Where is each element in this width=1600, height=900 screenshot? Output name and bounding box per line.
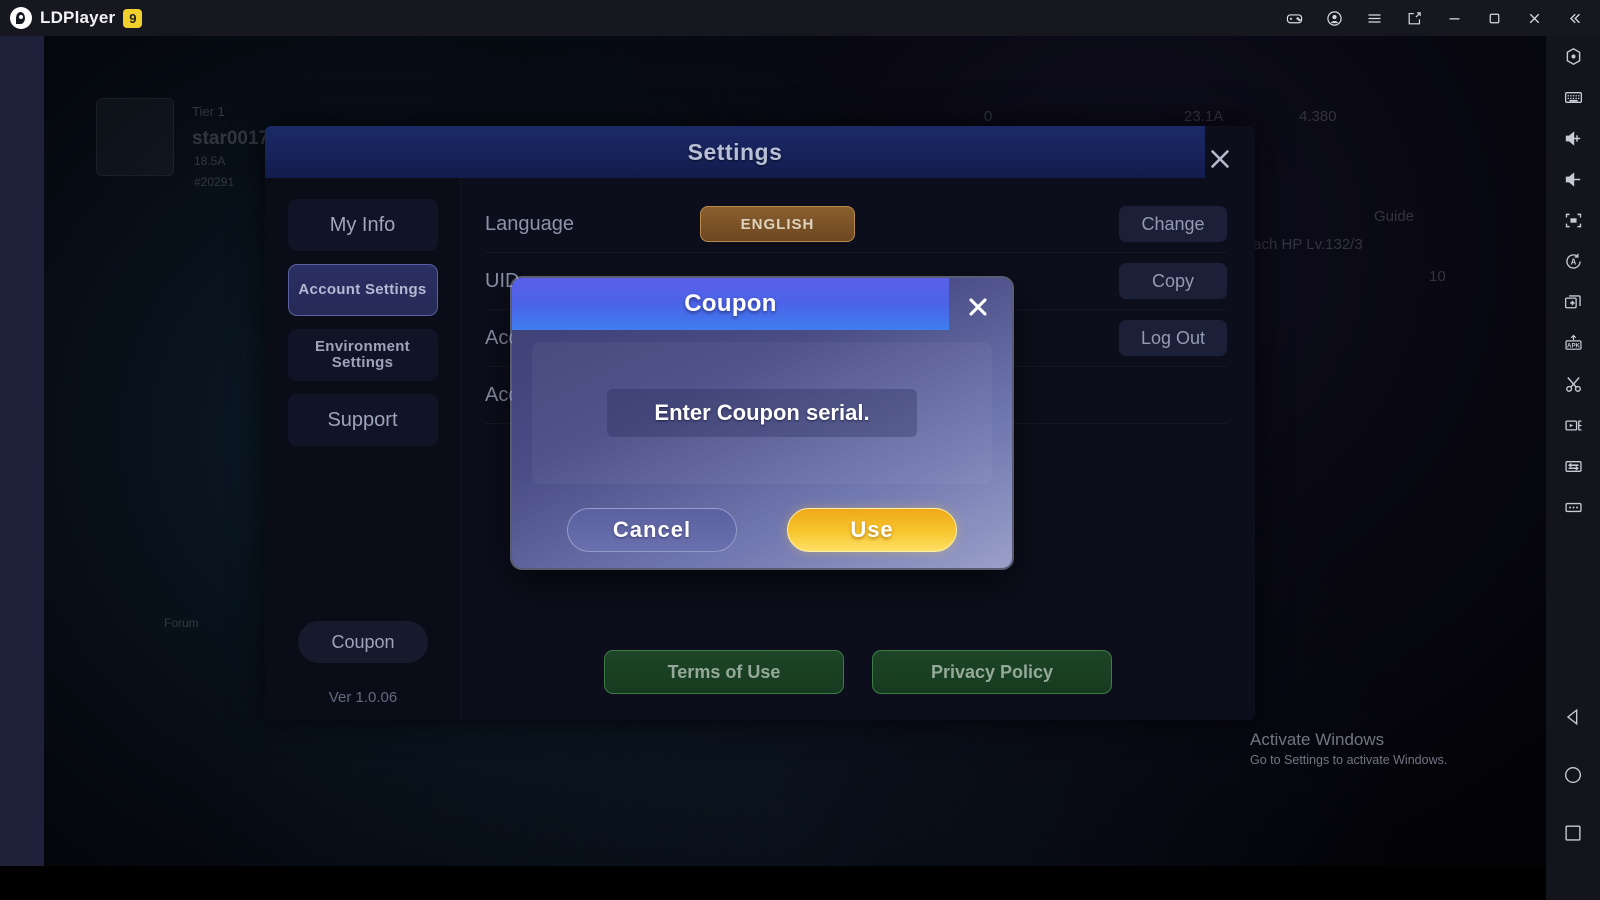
brand: LDPlayer 9 bbox=[0, 7, 143, 29]
sidebar-item-support[interactable]: Support bbox=[287, 394, 438, 446]
cancel-button[interactable]: Cancel bbox=[567, 508, 737, 552]
watermark-subtitle: Go to Settings to activate Windows. bbox=[1250, 753, 1448, 767]
settings-header: Settings bbox=[265, 126, 1205, 178]
watermark-title: Activate Windows bbox=[1250, 730, 1385, 749]
coupon-button-label: Coupon bbox=[331, 631, 395, 652]
row-action-label: Copy bbox=[1151, 270, 1195, 291]
language-value: ENGLISH bbox=[740, 215, 815, 233]
svg-text:A: A bbox=[1570, 258, 1576, 267]
multi-instance-icon[interactable] bbox=[1546, 282, 1600, 323]
hud-guide-reward: 10 bbox=[1429, 268, 1446, 285]
left-gutter bbox=[0, 36, 44, 866]
legal-buttons: Terms of Use Privacy Policy bbox=[461, 650, 1255, 694]
bottom-gutter bbox=[0, 866, 1546, 900]
collapse-icon[interactable] bbox=[1554, 0, 1594, 36]
player-avatar bbox=[96, 98, 174, 176]
sidebar-item-my-info[interactable]: My Info bbox=[287, 199, 438, 251]
row-action-label: Log Out bbox=[1140, 327, 1206, 348]
maximize-icon[interactable] bbox=[1474, 0, 1514, 36]
record-icon[interactable] bbox=[1546, 405, 1600, 446]
change-language-button[interactable]: Change bbox=[1119, 206, 1227, 242]
svg-text:APK: APK bbox=[1567, 342, 1580, 349]
cancel-button-label: Cancel bbox=[612, 517, 692, 542]
menu-icon[interactable] bbox=[1354, 0, 1394, 36]
coupon-serial-input[interactable]: Enter Coupon serial. bbox=[607, 389, 917, 437]
ldplayer-logo-icon bbox=[10, 7, 32, 29]
minimize-icon[interactable] bbox=[1434, 0, 1474, 36]
brand-title: LDPlayer bbox=[40, 8, 116, 27]
new-window-icon[interactable] bbox=[1394, 0, 1434, 36]
settings-nav-footer: Coupon Ver 1.0.06 bbox=[265, 621, 461, 720]
android-recents-icon[interactable] bbox=[1546, 804, 1600, 862]
row-label: Language bbox=[485, 212, 574, 235]
settings-close-icon[interactable] bbox=[1197, 136, 1243, 182]
title-bar: LDPlayer 9 bbox=[0, 0, 1600, 36]
terms-of-use-button[interactable]: Terms of Use bbox=[604, 650, 844, 694]
hud-gem-count: 0 bbox=[984, 108, 993, 125]
row-action-label: Change bbox=[1141, 213, 1205, 234]
sidebar-item-label: My Info bbox=[329, 213, 396, 236]
ldplayer-window: LDPlayer 9 A APK Tier 1 star0017 18.5A #… bbox=[0, 0, 1600, 900]
coupon-modal: Coupon Enter Coupon serial. Cancel Use bbox=[512, 278, 1012, 568]
game-screen[interactable]: Tier 1 star0017 18.5A #20291 0 23.1A 4.3… bbox=[44, 36, 1546, 866]
hud-gold-count: 23.1A bbox=[1184, 108, 1224, 125]
hud-player-name: star0017 bbox=[192, 128, 270, 149]
coupon-modal-title: Coupon bbox=[684, 290, 777, 317]
version-label: Ver 1.0.06 bbox=[328, 689, 398, 706]
title-bar-actions bbox=[1274, 0, 1600, 36]
coupon-modal-close-icon[interactable] bbox=[956, 285, 1000, 329]
settings-nav: My Info Account Settings Environment Set… bbox=[265, 178, 461, 720]
brand-version-badge: 9 bbox=[123, 8, 143, 28]
sidebar-item-label: Support bbox=[327, 408, 398, 431]
language-value-pill[interactable]: ENGLISH bbox=[700, 206, 855, 242]
legal-button-label: Terms of Use bbox=[667, 661, 781, 682]
install-apk-icon[interactable]: APK bbox=[1546, 323, 1600, 364]
copy-uid-button[interactable]: Copy bbox=[1119, 263, 1227, 299]
close-icon[interactable] bbox=[1514, 0, 1554, 36]
hud-player-id: #20291 bbox=[194, 175, 235, 189]
coupon-button[interactable]: Coupon bbox=[298, 621, 428, 663]
gamepad-icon[interactable] bbox=[1274, 0, 1314, 36]
auto-rotate-icon[interactable]: A bbox=[1546, 241, 1600, 282]
settings-title: Settings bbox=[687, 138, 783, 165]
volume-down-icon[interactable] bbox=[1546, 159, 1600, 200]
android-home-icon[interactable] bbox=[1546, 746, 1600, 804]
android-back-icon[interactable] bbox=[1546, 688, 1600, 746]
hud-diamond-count: 4.380 bbox=[1299, 108, 1337, 125]
log-out-button[interactable]: Log Out bbox=[1119, 320, 1227, 356]
coupon-field-area: Enter Coupon serial. bbox=[532, 342, 992, 484]
volume-up-icon[interactable] bbox=[1546, 118, 1600, 159]
activate-windows-watermark: Activate Windows Go to Settings to activ… bbox=[1250, 730, 1447, 767]
sidebar-item-environment-settings[interactable]: Environment Settings bbox=[287, 329, 438, 381]
use-button-label: Use bbox=[850, 517, 894, 542]
hud-forum-label: Forum bbox=[164, 616, 199, 630]
sidebar-item-account-settings[interactable]: Account Settings bbox=[287, 264, 438, 316]
use-button[interactable]: Use bbox=[787, 508, 957, 552]
location-icon[interactable] bbox=[1546, 36, 1600, 77]
fullscreen-icon[interactable] bbox=[1546, 200, 1600, 241]
hud-power: 18.5A bbox=[194, 154, 226, 168]
sidebar-item-label: Environment Settings bbox=[315, 338, 410, 371]
account-icon[interactable] bbox=[1314, 0, 1354, 36]
scissors-icon[interactable] bbox=[1546, 364, 1600, 405]
synchronizer-icon[interactable] bbox=[1546, 446, 1600, 487]
coupon-modal-actions: Cancel Use bbox=[512, 508, 1012, 552]
tool-rail: A APK bbox=[1546, 36, 1600, 900]
keyboard-icon[interactable] bbox=[1546, 77, 1600, 118]
hud-tier: Tier 1 bbox=[192, 104, 225, 119]
sidebar-item-label: Account Settings bbox=[298, 281, 427, 299]
more-icon[interactable] bbox=[1546, 487, 1600, 528]
settings-row-language: Language ENGLISH Change bbox=[485, 196, 1227, 253]
hud-guide-label: Guide bbox=[1374, 208, 1415, 225]
coupon-modal-header: Coupon bbox=[512, 278, 949, 330]
privacy-policy-button[interactable]: Privacy Policy bbox=[872, 650, 1112, 694]
legal-button-label: Privacy Policy bbox=[930, 661, 1054, 682]
